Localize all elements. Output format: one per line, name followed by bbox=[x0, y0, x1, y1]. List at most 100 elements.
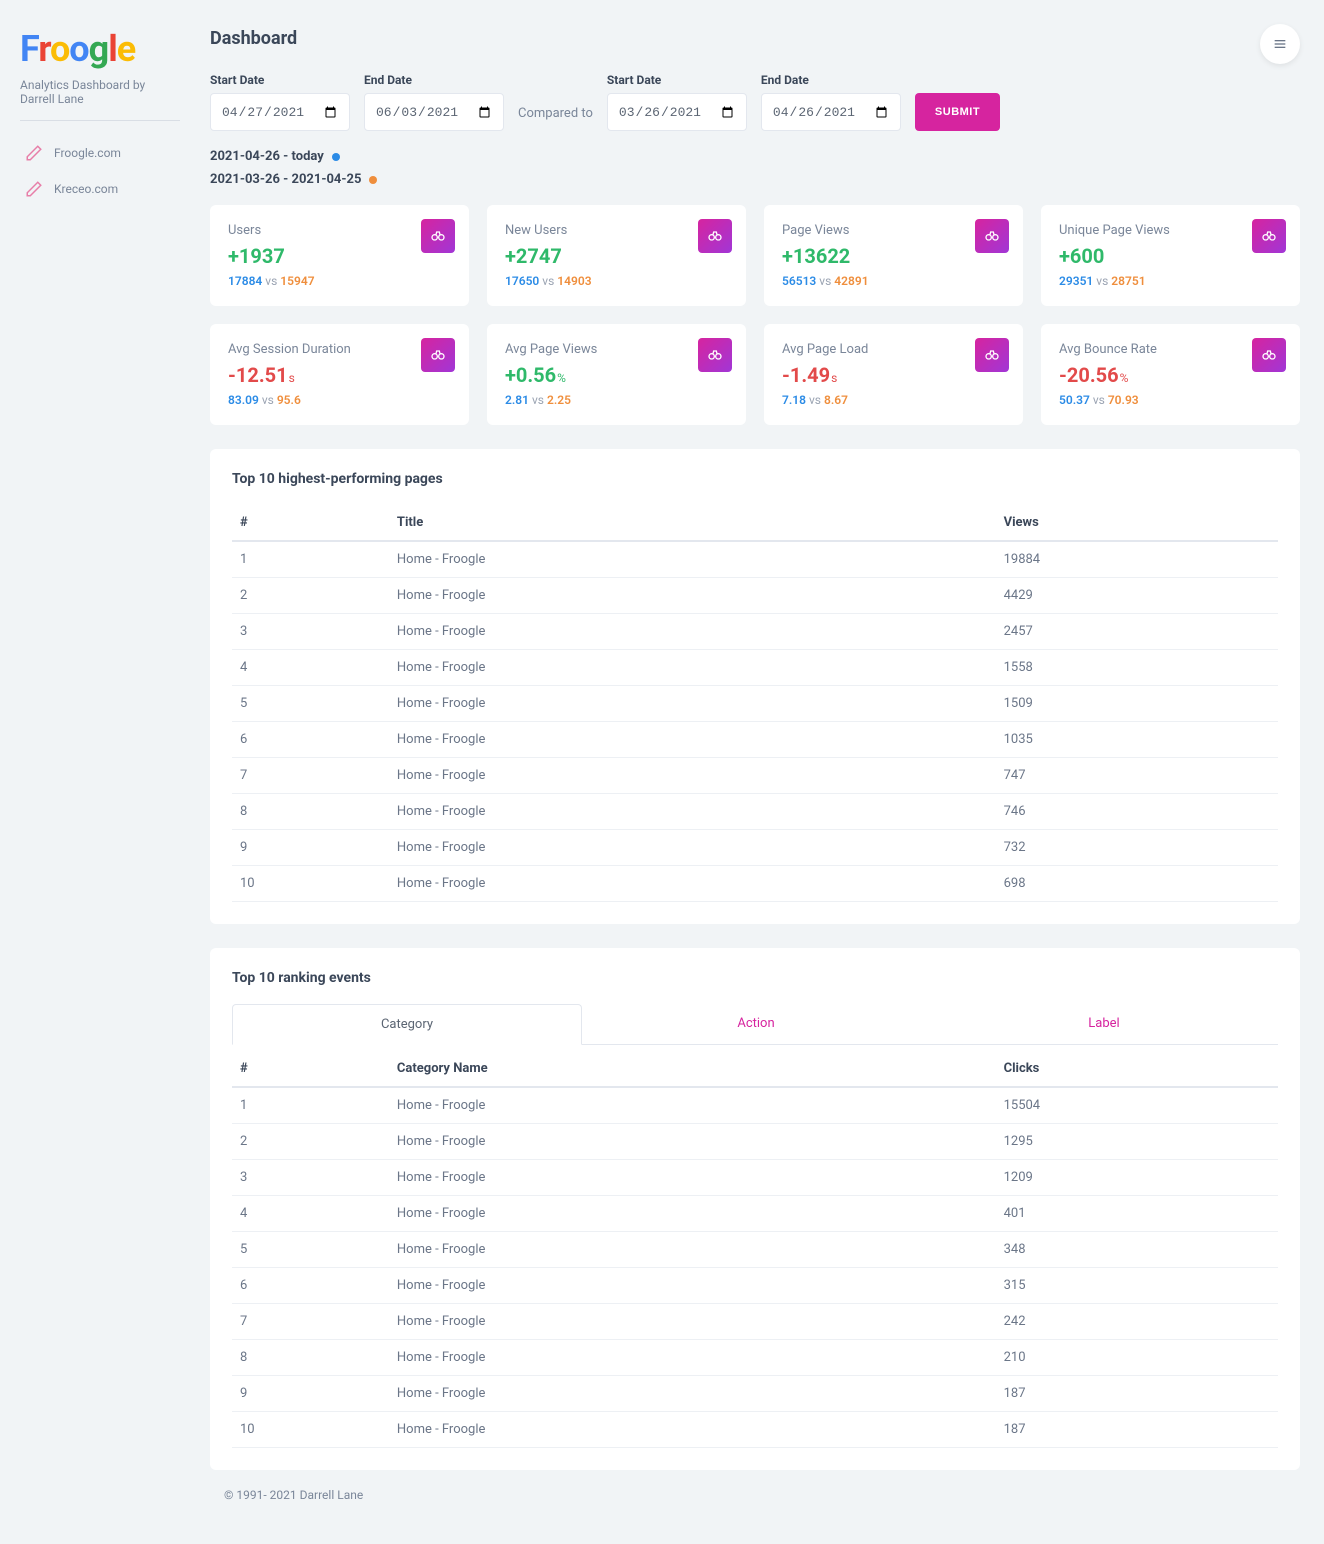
metric-compare: 50.37 vs 70.93 bbox=[1059, 393, 1282, 407]
submit-button[interactable]: SUBMIT bbox=[915, 93, 1000, 131]
events-table: # Category Name Clicks 1Home - Froogle15… bbox=[232, 1051, 1278, 1448]
metric-title: Avg Bounce Rate bbox=[1059, 342, 1282, 357]
metric-title: Page Views bbox=[782, 223, 1005, 238]
binoculars-icon bbox=[421, 338, 455, 372]
tab-label[interactable]: Label bbox=[930, 1004, 1278, 1044]
table-row: 5Home - Froogle1509 bbox=[232, 686, 1278, 722]
metric-card: Users +1937 17884 vs 15947 bbox=[210, 205, 469, 306]
previous-range: 2021-03-26 - 2021-04-25 bbox=[210, 172, 1300, 187]
start-date-1-input[interactable] bbox=[210, 93, 350, 131]
end-date-1-input[interactable] bbox=[364, 93, 504, 131]
metric-card: Avg Page Load -1.49s 7.18 vs 8.67 bbox=[764, 324, 1023, 425]
col-header-clicks: Clicks bbox=[996, 1051, 1278, 1087]
metric-card: Unique Page Views +600 29351 vs 28751 bbox=[1041, 205, 1300, 306]
binoculars-icon bbox=[698, 338, 732, 372]
table-row: 1Home - Froogle19884 bbox=[232, 541, 1278, 578]
metric-delta: +1937 bbox=[228, 244, 451, 268]
metric-compare: 29351 vs 28751 bbox=[1059, 274, 1282, 288]
table-row: 7Home - Froogle747 bbox=[232, 758, 1278, 794]
metric-title: Unique Page Views bbox=[1059, 223, 1282, 238]
binoculars-icon bbox=[975, 219, 1009, 253]
sidebar-item-site-0[interactable]: Froogle.com bbox=[20, 135, 180, 171]
tab-category[interactable]: Category bbox=[232, 1004, 582, 1045]
start-date-2-input[interactable] bbox=[607, 93, 747, 131]
binoculars-icon bbox=[421, 219, 455, 253]
metric-title: Users bbox=[228, 223, 451, 238]
menu-button[interactable] bbox=[1260, 24, 1300, 64]
table-row: 10Home - Froogle187 bbox=[232, 1412, 1278, 1448]
table-row: 7Home - Froogle242 bbox=[232, 1304, 1278, 1340]
metric-compare: 17884 vs 15947 bbox=[228, 274, 451, 288]
col-header-num: # bbox=[232, 1051, 389, 1087]
dot-icon bbox=[332, 153, 340, 161]
table-row: 1Home - Froogle15504 bbox=[232, 1087, 1278, 1124]
sidebar-item-label: Kreceo.com bbox=[54, 182, 118, 196]
metric-delta: -12.51s bbox=[228, 363, 451, 387]
end-date-2-input[interactable] bbox=[761, 93, 901, 131]
metric-delta: +2747 bbox=[505, 244, 728, 268]
metric-title: Avg Session Duration bbox=[228, 342, 451, 357]
table-row: 4Home - Froogle401 bbox=[232, 1196, 1278, 1232]
compared-to-label: Compared to bbox=[518, 106, 593, 131]
label-end-2: End Date bbox=[761, 73, 901, 87]
sidebar-item-site-1[interactable]: Kreceo.com bbox=[20, 171, 180, 207]
sidebar-item-label: Froogle.com bbox=[54, 146, 121, 160]
metric-compare: 56513 vs 42891 bbox=[782, 274, 1005, 288]
tab-action[interactable]: Action bbox=[582, 1004, 930, 1044]
events-panel: Top 10 ranking events Category Action La… bbox=[210, 948, 1300, 1470]
metrics-grid: Users +1937 17884 vs 15947 New Users +2747 17… bbox=[210, 205, 1300, 425]
table-row: 4Home - Froogle1558 bbox=[232, 650, 1278, 686]
table-row: 6Home - Froogle1035 bbox=[232, 722, 1278, 758]
table-row: 10Home - Froogle698 bbox=[232, 866, 1278, 902]
hamburger-icon bbox=[1272, 36, 1288, 52]
metric-compare: 17650 vs 14903 bbox=[505, 274, 728, 288]
logo: Froogle bbox=[20, 28, 180, 70]
metric-card: Page Views +13622 56513 vs 42891 bbox=[764, 205, 1023, 306]
table-row: 2Home - Froogle1295 bbox=[232, 1124, 1278, 1160]
current-range: 2021-04-26 - today bbox=[210, 149, 1300, 164]
binoculars-icon bbox=[1252, 219, 1286, 253]
events-tabs: Category Action Label bbox=[232, 1004, 1278, 1045]
main-content: Dashboard Start Date End Date Compared t… bbox=[200, 0, 1324, 1544]
metric-delta: +600 bbox=[1059, 244, 1282, 268]
table-row: 8Home - Froogle746 bbox=[232, 794, 1278, 830]
metric-title: Avg Page Views bbox=[505, 342, 728, 357]
label-start-1: Start Date bbox=[210, 73, 350, 87]
metric-compare: 7.18 vs 8.67 bbox=[782, 393, 1005, 407]
dot-icon bbox=[369, 176, 377, 184]
metric-delta: +0.56% bbox=[505, 363, 728, 387]
col-header-views: Views bbox=[996, 505, 1278, 541]
table-row: 6Home - Froogle315 bbox=[232, 1268, 1278, 1304]
metric-delta: +13622 bbox=[782, 244, 1005, 268]
metric-delta: -1.49s bbox=[782, 363, 1005, 387]
site-list: Froogle.com Kreceo.com bbox=[20, 135, 180, 207]
metric-title: Avg Page Load bbox=[782, 342, 1005, 357]
table-row: 9Home - Froogle732 bbox=[232, 830, 1278, 866]
tagline: Analytics Dashboard by Darrell Lane bbox=[20, 78, 180, 121]
metric-card: Avg Bounce Rate -20.56% 50.37 vs 70.93 bbox=[1041, 324, 1300, 425]
footer: © 1991- 2021 Darrell Lane bbox=[210, 1470, 1300, 1520]
top-pages-panel: Top 10 highest-performing pages # Title … bbox=[210, 449, 1300, 924]
panel-title: Top 10 highest-performing pages bbox=[232, 471, 1278, 487]
page-title: Dashboard bbox=[210, 28, 1300, 49]
table-row: 9Home - Froogle187 bbox=[232, 1376, 1278, 1412]
top-pages-table: # Title Views 1Home - Froogle198842Home … bbox=[232, 505, 1278, 902]
metric-compare: 2.81 vs 2.25 bbox=[505, 393, 728, 407]
label-start-2: Start Date bbox=[607, 73, 747, 87]
metric-title: New Users bbox=[505, 223, 728, 238]
metric-delta: -20.56% bbox=[1059, 363, 1282, 387]
metric-card: Avg Page Views +0.56% 2.81 vs 2.25 bbox=[487, 324, 746, 425]
panel-title: Top 10 ranking events bbox=[232, 970, 1278, 986]
col-header-name: Category Name bbox=[389, 1051, 996, 1087]
metric-card: New Users +2747 17650 vs 14903 bbox=[487, 205, 746, 306]
binoculars-icon bbox=[975, 338, 1009, 372]
table-row: 2Home - Froogle4429 bbox=[232, 578, 1278, 614]
binoculars-icon bbox=[698, 219, 732, 253]
table-row: 5Home - Froogle348 bbox=[232, 1232, 1278, 1268]
metric-card: Avg Session Duration-12.51s83.09 vs 95.6 bbox=[210, 324, 469, 425]
pencil-icon bbox=[24, 179, 44, 199]
table-row: 3Home - Froogle2457 bbox=[232, 614, 1278, 650]
binoculars-icon bbox=[1252, 338, 1286, 372]
label-end-1: End Date bbox=[364, 73, 504, 87]
col-header-num: # bbox=[232, 505, 389, 541]
